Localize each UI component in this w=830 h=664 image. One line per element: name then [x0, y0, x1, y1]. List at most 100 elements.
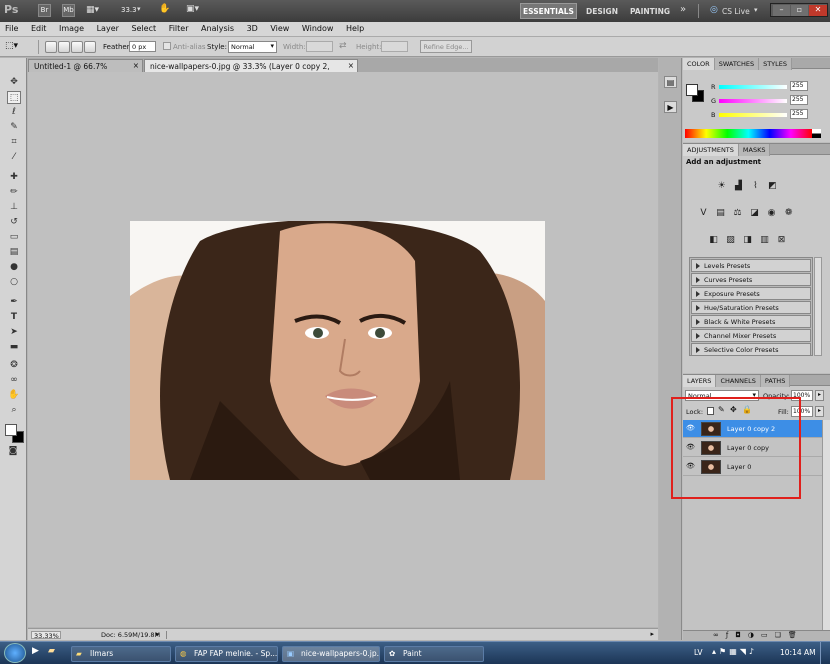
hue-saturation-icon[interactable]: ▤	[714, 207, 727, 219]
adjustment-layer-icon[interactable]: ◑	[748, 631, 761, 639]
delete-layer-icon[interactable]: 🗑	[788, 631, 804, 639]
language-indicator[interactable]: LV	[694, 648, 703, 657]
tab-adjustments[interactable]: ADJUSTMENTS	[683, 144, 739, 156]
workspace-essentials[interactable]: ESSENTIALS	[520, 3, 577, 19]
tab-channels[interactable]: CHANNELS	[716, 375, 761, 387]
eraser-tool-icon[interactable]: ▭	[7, 231, 21, 244]
brush-tool-icon[interactable]: ✏	[7, 186, 21, 199]
menu-view[interactable]: View	[265, 22, 294, 33]
foreground-color-swatch[interactable]	[686, 84, 698, 96]
view-extras-icon[interactable]: ▦▾	[86, 5, 99, 15]
black-white-swatch[interactable]	[812, 129, 821, 138]
link-layers-icon[interactable]: ∞	[713, 631, 726, 639]
eyedropper-tool-icon[interactable]: ⁄	[7, 151, 21, 164]
pen-tool-icon[interactable]: ✒	[7, 296, 21, 309]
gradient-map-icon[interactable]: ▥	[758, 234, 771, 246]
opacity-slider-icon[interactable]: ▸	[815, 390, 824, 401]
path-selection-tool-icon[interactable]: ➤	[7, 326, 21, 339]
clone-stamp-tool-icon[interactable]: ⊥	[7, 201, 21, 214]
marquee-tool-icon[interactable]: ⬚	[7, 91, 21, 104]
channel-mixer-icon[interactable]: ❁	[782, 207, 795, 219]
hand-tool-icon[interactable]: ✋	[7, 389, 21, 402]
green-slider[interactable]	[719, 99, 787, 103]
tray-icons[interactable]: ▴⚑▦◥♪	[712, 647, 757, 656]
add-mask-icon[interactable]: ◘	[735, 631, 748, 639]
start-button[interactable]	[4, 643, 26, 663]
black-white-icon[interactable]: ◪	[748, 207, 761, 219]
show-desktop-button[interactable]	[820, 642, 830, 664]
red-value[interactable]: 255	[790, 81, 808, 91]
menu-image[interactable]: Image	[54, 22, 89, 33]
intersect-selection-icon[interactable]	[84, 41, 96, 53]
color-balance-icon[interactable]: ⚖	[731, 207, 744, 219]
type-tool-icon[interactable]: T	[7, 311, 21, 324]
fill-slider-icon[interactable]: ▸	[815, 406, 824, 417]
more-workspaces-button[interactable]: »	[680, 4, 686, 15]
width-input[interactable]	[306, 41, 333, 52]
exposure-icon[interactable]: ◩	[766, 180, 779, 192]
zoom-field[interactable]: 33.33%	[31, 631, 61, 640]
feather-input[interactable]: 0 px	[129, 41, 156, 52]
anti-alias-checkbox[interactable]	[163, 42, 171, 50]
taskbar-item-ilmars[interactable]: ▰ Ilmars	[71, 646, 171, 662]
minimize-button[interactable]: –	[773, 5, 790, 16]
tab-masks[interactable]: MASKS	[738, 144, 771, 156]
close-tab-icon[interactable]: ×	[133, 61, 139, 70]
preset-selective-color[interactable]: Selective Color Presets	[691, 343, 811, 356]
menu-edit[interactable]: Edit	[26, 22, 52, 33]
quick-mask-icon[interactable]: ◙	[6, 445, 20, 458]
blur-tool-icon[interactable]: ●	[7, 261, 21, 274]
tab-styles[interactable]: STYLES	[759, 58, 792, 70]
arrange-documents-icon[interactable]: ▣▾	[186, 4, 199, 14]
menu-analysis[interactable]: Analysis	[196, 22, 239, 33]
tab-paths[interactable]: PATHS	[760, 375, 791, 387]
photo-filter-icon[interactable]: ◉	[765, 207, 778, 219]
quick-selection-tool-icon[interactable]: ✎	[7, 121, 21, 134]
red-slider[interactable]	[719, 85, 787, 89]
levels-icon[interactable]: ▟	[732, 180, 745, 192]
green-value[interactable]: 255	[790, 95, 808, 105]
move-tool-icon[interactable]: ✥	[7, 76, 21, 89]
cs-live-dropdown-icon[interactable]: ▾	[754, 6, 758, 14]
quicklaunch-folder-icon[interactable]: ▰	[48, 646, 55, 656]
tab-untitled-1[interactable]: Untitled-1 @ 66.7% (RGB/8) ×	[28, 59, 143, 80]
vibrance-icon[interactable]: V	[697, 207, 710, 219]
posterize-icon[interactable]: ▨	[724, 234, 737, 246]
menu-layer[interactable]: Layer	[92, 22, 124, 33]
add-to-selection-icon[interactable]	[58, 41, 70, 53]
menu-file[interactable]: File	[0, 22, 23, 33]
lasso-tool-icon[interactable]: ℓ	[7, 106, 21, 119]
history-panel-icon[interactable]: ▤	[664, 76, 677, 88]
mini-bridge-button[interactable]: Mb	[62, 4, 75, 17]
status-menu-icon[interactable]: ▸	[156, 630, 160, 638]
tab-swatches[interactable]: SWATCHES	[714, 58, 760, 70]
menu-window[interactable]: Window	[297, 22, 339, 33]
scroll-right-icon[interactable]: ▸	[650, 630, 654, 638]
tab-nice-wallpapers[interactable]: nice-wallpapers-0.jpg @ 33.3% (Layer 0 c…	[144, 59, 358, 80]
layers-scrollbar[interactable]	[822, 420, 830, 630]
threshold-icon[interactable]: ◨	[741, 234, 754, 246]
color-spectrum-ramp[interactable]	[685, 129, 812, 138]
preset-channel-mixer[interactable]: Channel Mixer Presets	[691, 329, 811, 342]
workspace-painting[interactable]: PAINTING	[630, 7, 670, 16]
maximize-button[interactable]: ▫	[791, 5, 808, 16]
bridge-button[interactable]: Br	[38, 4, 51, 17]
tool-preset-picker-icon[interactable]: ⬚▾	[5, 41, 18, 51]
crop-tool-icon[interactable]: ⌗	[7, 136, 21, 149]
zoom-tool-icon[interactable]: ⌕	[7, 404, 21, 417]
menu-filter[interactable]: Filter	[164, 22, 194, 33]
invert-icon[interactable]: ◧	[707, 234, 720, 246]
dodge-tool-icon[interactable]: ○	[7, 276, 21, 289]
taskbar-item-photoshop[interactable]: ▣ nice-wallpapers-0.jp...	[282, 646, 380, 662]
hand-tool-icon[interactable]: ✋	[159, 4, 170, 14]
foreground-color-swatch[interactable]	[5, 424, 17, 436]
new-selection-icon[interactable]	[45, 41, 57, 53]
menu-help[interactable]: Help	[341, 22, 369, 33]
new-group-icon[interactable]: ▭	[761, 631, 775, 639]
swap-width-height-icon[interactable]: ⇄	[339, 41, 347, 51]
presets-scrollbar[interactable]	[814, 257, 822, 356]
taskbar-item-browser[interactable]: ◍ FAP FAP melnie. - Sp...	[175, 646, 278, 662]
gradient-tool-icon[interactable]: ▤	[7, 246, 21, 259]
taskbar-item-paint[interactable]: ✿ Paint	[384, 646, 484, 662]
cs-live-button[interactable]: CS Live	[722, 7, 750, 16]
